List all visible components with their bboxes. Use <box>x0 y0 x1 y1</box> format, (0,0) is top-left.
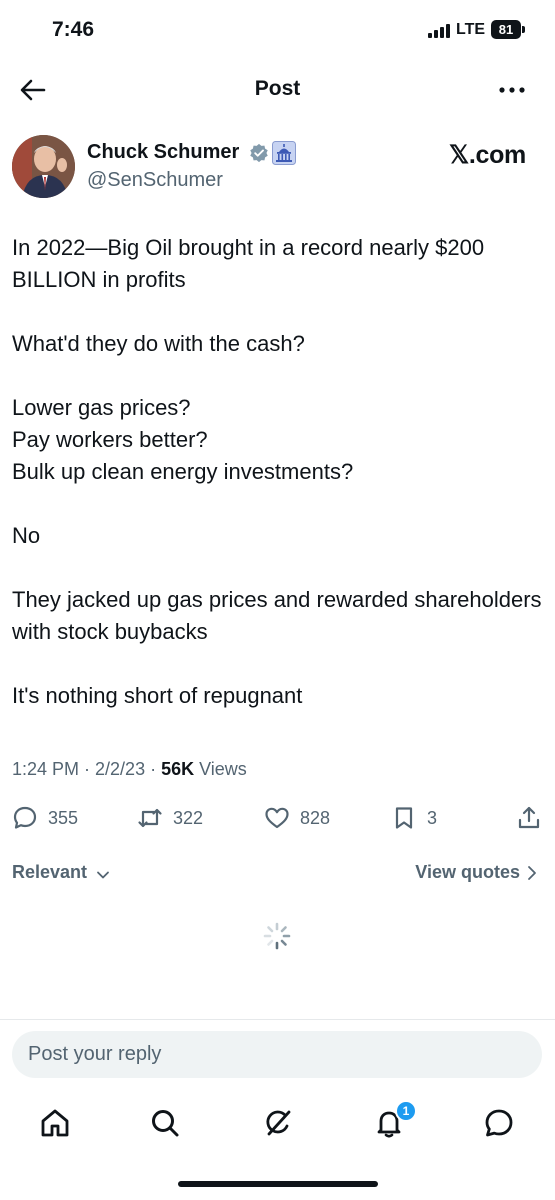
author-handle[interactable]: @SenSchumer <box>87 169 223 192</box>
post-body: In 2022—Big Oil brought in a record near… <box>12 232 544 712</box>
bookmark-button[interactable]: 3 <box>391 800 437 836</box>
sort-dropdown[interactable]: Relevant <box>12 862 87 883</box>
home-indicator <box>178 1181 378 1187</box>
reply-icon <box>13 806 37 829</box>
replies-sort-row: Relevant View quotes <box>0 860 555 888</box>
network-label: LTE <box>456 21 486 38</box>
search-icon[interactable] <box>148 1106 182 1140</box>
government-building-icon <box>272 141 296 165</box>
grok-icon[interactable] <box>261 1106 295 1140</box>
bottom-tab-bar <box>0 1098 555 1148</box>
signal-icon <box>428 24 450 38</box>
more-button[interactable] <box>496 76 528 104</box>
post-paragraph: What'd they do with the cash? <box>12 331 305 356</box>
repost-count: 322 <box>173 807 204 828</box>
reply-count: 355 <box>48 807 79 828</box>
bookmark-count: 3 <box>427 807 438 828</box>
heart-icon <box>265 807 289 829</box>
post-paragraph: Lower gas prices? Pay workers better? Bu… <box>12 395 354 484</box>
nav-header: Post <box>0 60 555 120</box>
status-time: 7:46 <box>52 18 95 41</box>
home-icon[interactable] <box>38 1106 72 1140</box>
notification-badge: 1 <box>395 1100 417 1122</box>
battery-tip <box>522 26 525 33</box>
views-count[interactable]: 56K <box>161 759 194 779</box>
page-title: Post <box>254 77 301 100</box>
post-meta: 1:24 PM · 2/2/23 · 56K Views <box>12 759 247 780</box>
verified-icon <box>249 143 269 163</box>
view-quotes-link[interactable]: View quotes <box>415 862 520 883</box>
post-paragraph: In 2022—Big Oil brought in a record near… <box>12 235 485 292</box>
chevron-right-icon[interactable] <box>526 865 538 881</box>
share-button[interactable] <box>516 800 542 836</box>
chevron-down-icon[interactable] <box>96 868 110 882</box>
divider <box>0 1019 555 1020</box>
repost-icon <box>138 808 162 828</box>
action-bar: 355 322 828 3 <box>0 800 555 836</box>
post-timestamp[interactable]: 1:24 PM · 2/2/23 · <box>12 759 161 779</box>
author-name[interactable]: Chuck Schumer <box>87 141 239 164</box>
share-icon <box>518 806 540 829</box>
post-paragraph: It's nothing short of repugnant <box>12 683 303 708</box>
views-label: Views <box>194 759 247 779</box>
watermark: 𝕏.com <box>449 141 526 169</box>
repost-button[interactable]: 322 <box>137 800 203 836</box>
reply-button[interactable]: 355 <box>12 800 78 836</box>
more-horizontal-icon <box>499 87 525 93</box>
post-paragraph: No <box>12 523 41 548</box>
loading-spinner-icon <box>263 922 291 950</box>
status-bar: 7:46 LTE 81 <box>0 0 555 60</box>
like-button[interactable]: 828 <box>264 800 330 836</box>
avatar[interactable] <box>12 135 75 198</box>
avatar-image <box>12 135 75 198</box>
battery-icon: 81 <box>491 20 521 39</box>
like-count: 828 <box>300 807 331 828</box>
post-paragraph: They jacked up gas prices and rewarded s… <box>12 587 542 644</box>
messages-icon[interactable] <box>482 1106 516 1140</box>
reply-input[interactable] <box>12 1031 542 1078</box>
bookmark-icon <box>395 807 413 829</box>
